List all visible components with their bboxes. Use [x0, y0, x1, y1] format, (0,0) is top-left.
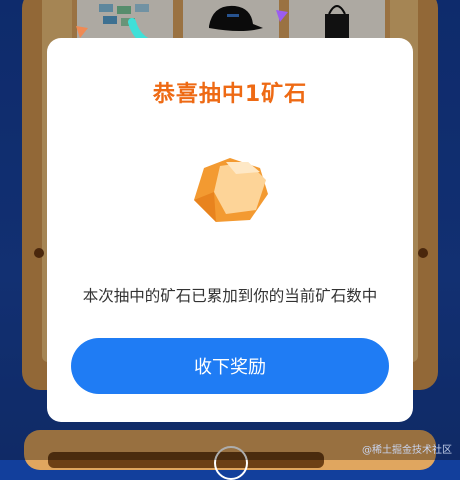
ore-icon	[194, 158, 268, 222]
modal-message: 本次抽中的矿石已累加到你的当前矿石数中	[82, 287, 378, 305]
watermark: @稀土掘金技术社区	[362, 445, 452, 456]
confetti-icon	[276, 10, 288, 22]
modal-title: 恭喜抽中1矿石	[152, 82, 308, 107]
accept-reward-button[interactable]: 收下奖励	[71, 338, 389, 394]
confetti-icon	[76, 26, 88, 38]
